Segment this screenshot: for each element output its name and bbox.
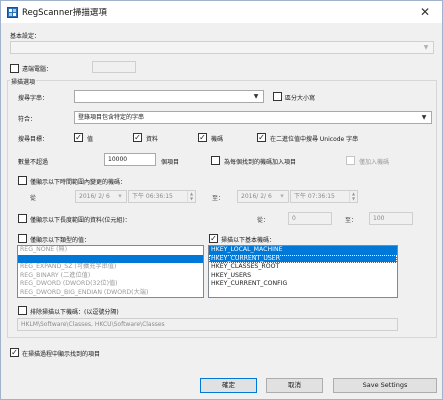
base-settings-select[interactable]: ▼	[10, 41, 434, 54]
chevron-down-icon: ▼	[421, 114, 427, 121]
checkmark-icon: ✓	[134, 132, 141, 142]
length-to-input[interactable]: 100	[369, 212, 413, 225]
base-keys-label: 掃描以下基本機碼：	[221, 237, 276, 244]
length-to-label: 至：	[345, 217, 358, 224]
checkmark-icon: ✓	[199, 132, 206, 142]
remote-computer-input[interactable]	[92, 61, 136, 73]
add-keys-only-label: 僅加入機碼	[359, 159, 390, 166]
checkmark-icon: ✓	[210, 233, 217, 243]
add-keys-only-checkbox[interactable]	[346, 156, 355, 165]
length-to-value: 100	[373, 215, 385, 222]
checkmark-icon: ✓	[258, 132, 265, 142]
find-string-label: 搜尋字串：	[18, 95, 49, 102]
time-range-label: 僅顯示以下時間範圍內變更的機碼：	[30, 179, 127, 186]
close-icon[interactable]: ✕	[408, 1, 442, 23]
time-to-label: 至：	[212, 195, 225, 202]
length-range-label: 僅顯示以下長度範圍的資料(位元組)：	[30, 217, 131, 224]
remote-computer-label: 遠端電腦：	[22, 66, 53, 73]
calendar-dropdown-icon: ▾	[280, 192, 284, 200]
target-keys-checkbox[interactable]: ✓	[198, 133, 207, 142]
regscanner-app-icon	[7, 6, 18, 18]
base-settings-label: 基本設定：	[10, 33, 41, 40]
target-values-label: 值	[87, 136, 94, 143]
list-item[interactable]: REG_EXPAND_SZ (可擴充字串值)	[18, 263, 203, 272]
value-types-list[interactable]: REG_NONE (無) REG_EXPAND_SZ (可擴充字串值) REG_…	[17, 245, 204, 298]
case-sensitive-checkbox[interactable]	[273, 92, 282, 101]
exclude-keys-input[interactable]: HKLM\Software\Classes, HKCU\Software\Cla…	[17, 318, 398, 331]
title-bar: RegScanner掃描選項 ✕	[1, 1, 442, 23]
list-item[interactable]: HKEY_CURRENT_USER	[209, 254, 397, 264]
time-from-time-value: 下午 06:36:15	[132, 193, 173, 200]
time-to-time[interactable]: 下午 07:36:15 ▲ ▼	[290, 190, 358, 203]
length-from-value: 0	[292, 215, 296, 222]
exclude-keys-value: HKLM\Software\Classes, HKCU\Software\Cla…	[21, 321, 165, 328]
max-items-unit: 個項目	[161, 159, 180, 166]
time-from-date[interactable]: 2016/ 2/ 6 ▾	[75, 190, 127, 203]
list-item[interactable]: REG_DWORD_BIG_ENDIAN (DWORD(大端)	[18, 289, 203, 297]
list-item[interactable]	[18, 254, 203, 264]
exclude-keys-label: 排除掃描以下機碼：(以逗號分隔)	[30, 309, 119, 316]
scan-options-dialog: RegScanner掃描選項 ✕ 基本設定： ▼ 遠端電腦： 掃描選項 搜尋字串…	[0, 0, 443, 400]
value-types-checkbox[interactable]	[18, 234, 27, 243]
base-keys-list[interactable]: HKEY_LOCAL_MACHINE HKEY_CURRENT_USER HKE…	[208, 245, 398, 298]
checkmark-icon: ✓	[75, 132, 82, 142]
time-range-checkbox[interactable]	[18, 176, 27, 185]
match-value: 登錄項目包含特定的字串	[78, 114, 145, 121]
chevron-down-icon: ▼	[253, 93, 259, 100]
target-keys-label: 機碼	[211, 136, 224, 143]
ok-button[interactable]: 確定	[200, 378, 257, 393]
time-from-date-value: 2016/ 2/ 6	[79, 193, 110, 200]
list-item[interactable]: HKEY_USERS	[209, 272, 397, 281]
max-items-value: 10000	[108, 156, 128, 163]
add-per-key-label: 為每個找到的機碼加入項目	[224, 159, 297, 166]
length-from-input[interactable]: 0	[288, 212, 332, 225]
target-data-checkbox[interactable]: ✓	[133, 133, 142, 142]
time-to-date[interactable]: 2016/ 2/ 6 ▾	[237, 190, 289, 203]
remote-computer-checkbox[interactable]	[10, 64, 19, 73]
max-items-input[interactable]: 10000	[104, 153, 156, 166]
list-item[interactable]: HKEY_CLASSES_ROOT	[209, 263, 397, 272]
window-title: RegScanner掃描選項	[22, 8, 107, 18]
target-data-label: 資料	[146, 136, 159, 143]
time-spinner-icon: ▲ ▼	[349, 191, 357, 202]
list-item[interactable]: REG_DWORD (DWORD(32位)值)	[18, 280, 203, 289]
time-from-time[interactable]: 下午 06:36:15 ▲ ▼	[128, 190, 196, 203]
calendar-dropdown-icon: ▾	[118, 192, 122, 200]
list-item[interactable]: REG_NONE (無)	[18, 246, 203, 255]
search-target-label: 搜尋目標：	[18, 136, 49, 143]
match-label: 符合：	[18, 116, 37, 123]
add-per-key-checkbox[interactable]	[211, 156, 220, 165]
scan-options-group-title: 掃描選項	[10, 77, 37, 86]
unicode-search-checkbox[interactable]: ✓	[257, 133, 266, 142]
chevron-down-icon: ▼	[423, 44, 429, 51]
value-types-label: 僅顯示以下類型的值：	[30, 237, 91, 244]
show-during-scan-label: 在掃描過程中顯示找到的項目	[22, 351, 101, 358]
length-from-label: 從：	[257, 217, 270, 224]
length-range-checkbox[interactable]	[18, 214, 27, 223]
match-select[interactable]: 登錄項目包含特定的字串 ▼	[74, 111, 432, 124]
exclude-keys-checkbox[interactable]	[18, 306, 27, 315]
case-sensitive-label: 區分大小寫	[285, 95, 316, 102]
base-keys-checkbox[interactable]: ✓	[209, 234, 218, 243]
checkmark-icon: ✓	[11, 347, 18, 357]
time-to-date-value: 2016/ 2/ 6	[241, 193, 272, 200]
find-string-input[interactable]: ▼	[74, 90, 264, 103]
max-items-label: 數量不超過	[18, 159, 49, 166]
list-item[interactable]: HKEY_LOCAL_MACHINE	[209, 246, 397, 255]
save-settings-button[interactable]: Save Settings	[333, 378, 437, 393]
show-during-scan-checkbox[interactable]: ✓	[10, 348, 19, 357]
time-to-time-value: 下午 07:36:15	[294, 193, 335, 200]
unicode-search-label: 在二進位值中搜尋 Unicode 字串	[270, 136, 359, 143]
time-spinner-icon: ▲ ▼	[187, 191, 195, 202]
target-values-checkbox[interactable]: ✓	[74, 133, 83, 142]
list-item[interactable]: HKEY_CURRENT_CONFIG	[209, 280, 397, 289]
time-from-label: 從	[30, 195, 37, 202]
cancel-button[interactable]: 取消	[266, 378, 323, 393]
